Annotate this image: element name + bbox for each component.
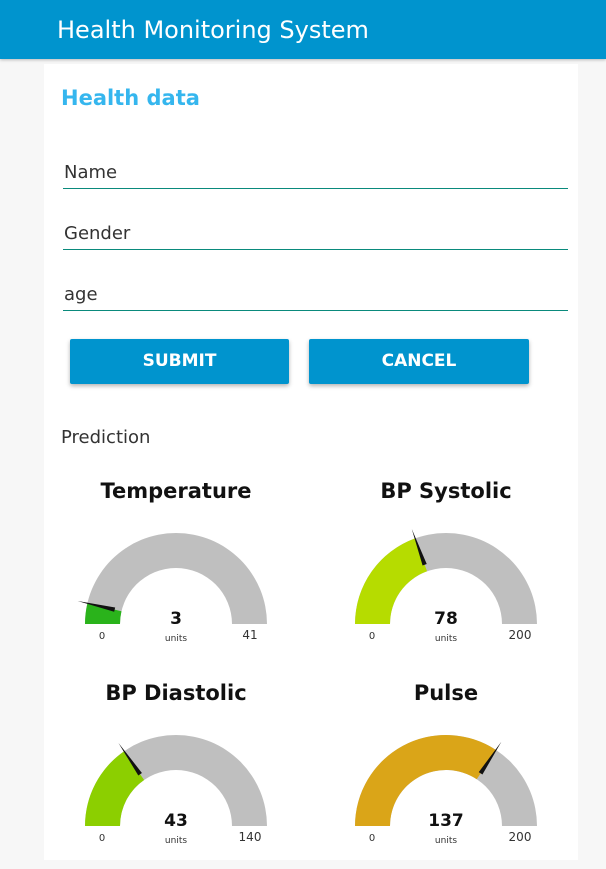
- gender-field[interactable]: [63, 219, 569, 247]
- gauge-bp-diastolic: BP Diastolic 43 units 0 140: [56, 679, 296, 869]
- gauge-dial: 137 units 0 200: [355, 735, 537, 846]
- gauge-fill: [355, 538, 428, 624]
- gauge-value: 78: [434, 609, 458, 629]
- gauge-fill: [355, 735, 496, 826]
- gauge-dial: 3 units 0 41: [77, 533, 267, 644]
- gauge-max: 140: [239, 830, 262, 844]
- cancel-button[interactable]: CANCEL: [309, 339, 529, 384]
- name-field[interactable]: [63, 158, 569, 186]
- gauge-dial: 78 units 0 200: [355, 528, 537, 644]
- age-field[interactable]: [63, 280, 569, 308]
- gauge-unit: units: [165, 836, 187, 846]
- gauge-min: 0: [99, 631, 105, 642]
- gauge-dial: 43 units 0 140: [85, 735, 267, 846]
- gauge-max: 200: [509, 830, 532, 844]
- gauge-unit: units: [165, 634, 187, 644]
- app-title: Health Monitoring System: [57, 16, 369, 44]
- gender-field-container: [63, 219, 569, 250]
- gauge-max: 200: [509, 628, 532, 642]
- gauge-bp-systolic: BP Systolic 78 units 0 200: [326, 477, 566, 667]
- section-title: Health data: [61, 86, 200, 110]
- age-field-container: [63, 280, 569, 311]
- health-data-card: Health data SUBMIT CANCEL Prediction Tem…: [44, 64, 578, 860]
- gauge-min: 0: [369, 631, 375, 642]
- gauge-value: 137: [428, 811, 464, 831]
- gauge-min: 0: [369, 833, 375, 844]
- gauge-value: 43: [164, 811, 188, 831]
- gauge-temperature: Temperature 3 units 0 41: [56, 477, 296, 667]
- prediction-label: Prediction: [61, 427, 151, 448]
- gauge-unit: units: [435, 836, 457, 846]
- gauge-value: 3: [170, 609, 182, 629]
- app-header: Health Monitoring System: [0, 0, 606, 59]
- gauge-unit: units: [435, 634, 457, 644]
- gauge-pulse: Pulse 137 units 0 200: [326, 679, 566, 869]
- gauge-min: 0: [99, 833, 105, 844]
- gauge-max: 41: [242, 628, 257, 642]
- submit-button[interactable]: SUBMIT: [70, 339, 289, 384]
- name-field-container: [63, 158, 569, 189]
